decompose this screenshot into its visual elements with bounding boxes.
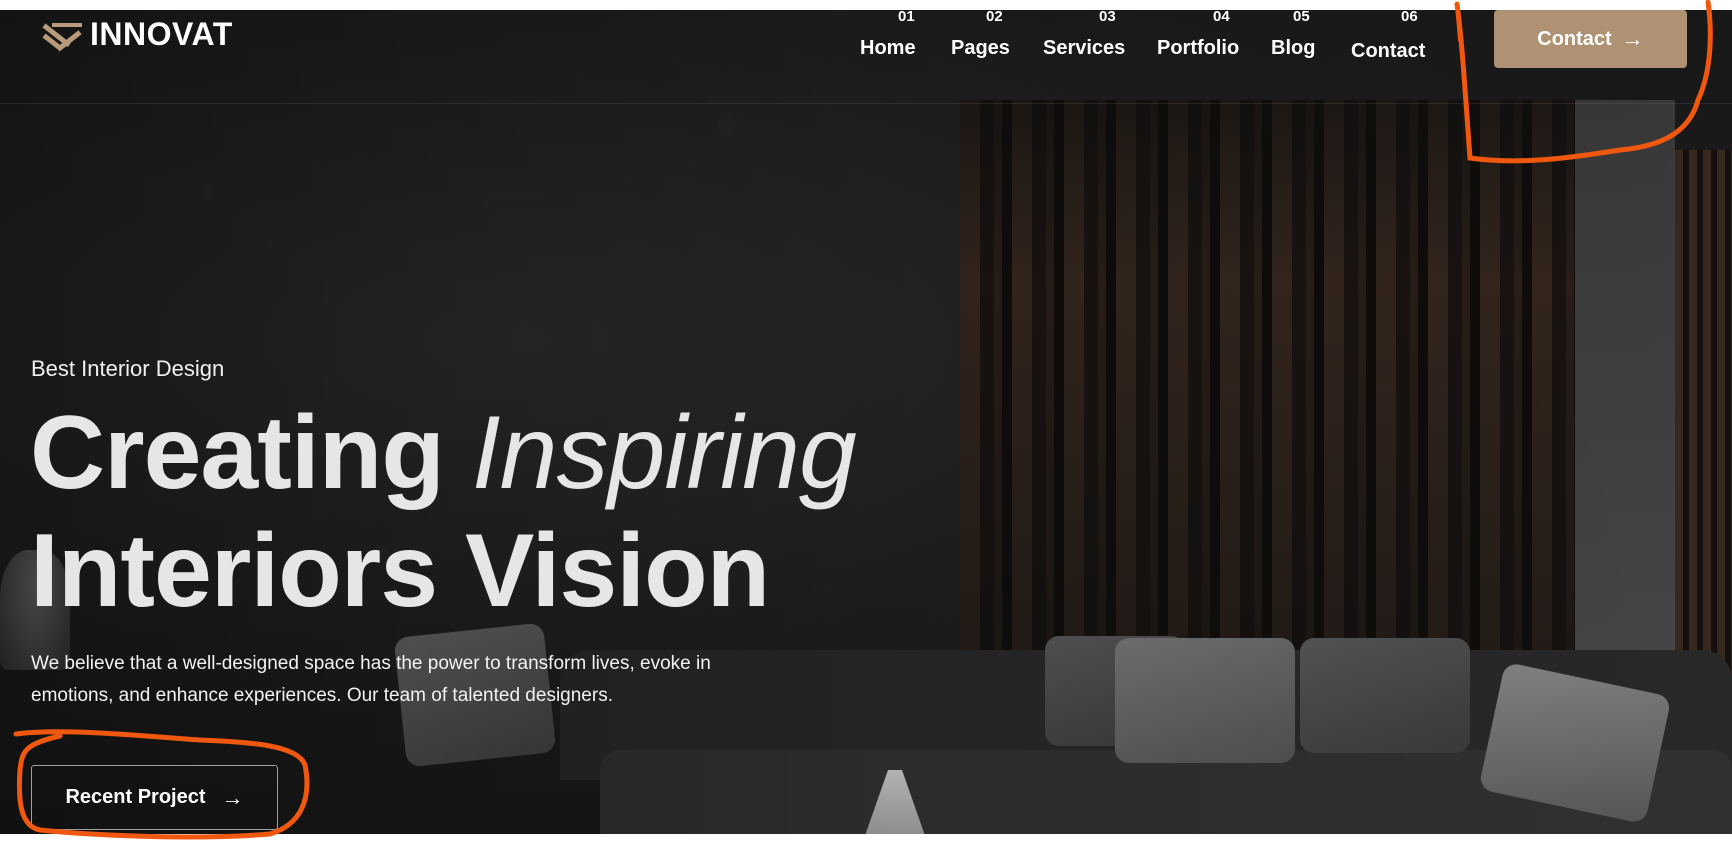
nav-label: Blog [1271, 37, 1316, 59]
hero-title: Creating Inspiring Interiors Vision [30, 394, 857, 630]
nav-label: Contact [1351, 40, 1426, 62]
nav-label: Home [860, 37, 916, 59]
contact-button[interactable]: Contact → [1494, 10, 1687, 68]
recent-project-label: Recent Project [65, 786, 206, 808]
nav-number: 01 [898, 8, 915, 25]
hero-eyebrow: Best Interior Design [31, 356, 225, 381]
header-divider [0, 103, 1732, 104]
nav-number: 03 [1099, 8, 1116, 25]
contact-button-label: Contact [1537, 27, 1612, 50]
hero-description-line: emotions, and enhance experiences. Our t… [31, 685, 613, 706]
arrow-right-icon: → [221, 784, 244, 810]
hero-title-italic: Inspiring [471, 395, 857, 511]
logo-icon [42, 19, 82, 51]
nav-number: 02 [986, 8, 1003, 25]
arrow-right-icon: → [1621, 26, 1644, 51]
nav-label: Pages [951, 37, 1010, 59]
hero-title-line2: Interiors Vision [30, 513, 770, 629]
hero-description-line: We believe that a well-designed space ha… [31, 653, 711, 674]
site-logo[interactable]: INNOVAT [42, 16, 233, 53]
nav-number: 06 [1401, 8, 1418, 25]
hero-title-word: Creating [30, 395, 445, 511]
nav-label: Portfolio [1157, 37, 1240, 59]
recent-project-button[interactable]: Recent Project → [31, 765, 278, 830]
hero-description: We believe that a well-designed space ha… [31, 648, 751, 712]
logo-text: INNOVAT [90, 16, 233, 52]
nav-number: 04 [1213, 8, 1230, 25]
nav-number: 05 [1293, 8, 1310, 25]
nav-label: Services [1043, 37, 1126, 59]
